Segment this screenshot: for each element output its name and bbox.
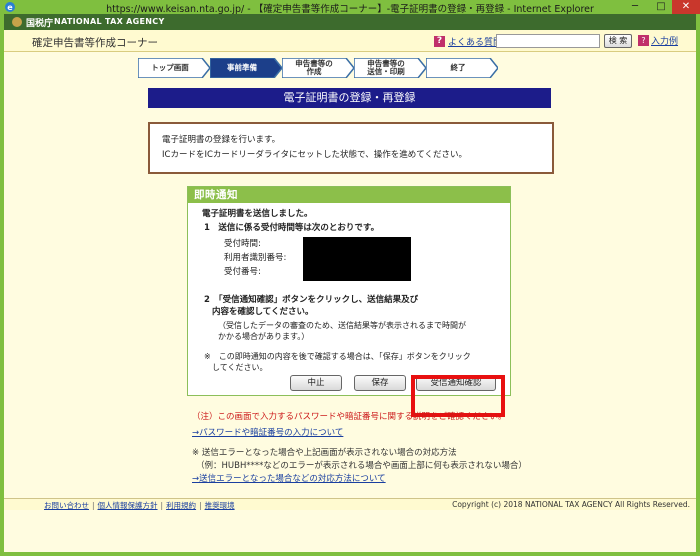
footer-link-terms[interactable]: 利用規約 [166,501,196,510]
item2-line1: 2 「受信通知確認」ボタンをクリックし、送信結果及び [204,295,419,305]
step-label: トップ画面 [151,63,189,72]
page-title: 電子証明書の登録・再登録 [148,88,551,108]
step-label: 申告書等の 作成 [282,58,346,78]
item2-note-line1: （受信したデータの審査のため、送信結果等が表示されるまで時間が [218,321,466,330]
search-input[interactable] [496,34,600,48]
footer-separator: | [199,501,202,510]
item1-text: 1 送信に係る受付時間等は次のとおりです。 [204,223,380,233]
site-header: 確定申告書等作成コーナー ? よくある質問 検 索 ? 入力例 [4,30,696,52]
save-button[interactable]: 保存 [354,375,406,391]
browser-content: 国税庁 NATIONAL TAX AGENCY 確定申告書等作成コーナー ? よ… [4,14,696,552]
step-label: 事前準備 [227,63,257,72]
input-example-link-group[interactable]: ? 入力例 [638,34,678,47]
question-icon: ? [434,35,445,47]
password-info-link[interactable]: →パスワードや暗証番号の入力について [192,426,343,438]
agency-emblem-icon [12,17,22,27]
item2-note-line2: かかる場合があります。） [218,332,310,341]
error-note-line2: （例：HUBH****などのエラーが表示される場合や画面上部に何も表示されない場… [196,461,527,471]
window-title: https://www.keisan.nta.go.jp/ - 【確定申告書等作… [106,4,594,15]
error-note-line1: ※ 送信エラーとなった場合や上記画面が表示されない場合の対応方法 [192,448,457,458]
footer: お問い合わせ | 個人情報保護方針 | 利用規約 | 推奨環境 Copyright (c) … [4,498,696,510]
agency-bar: 国税庁 NATIONAL TAX AGENCY [4,14,696,30]
footer-separator: | [160,501,164,510]
input-example-link[interactable]: 入力例 [651,34,678,47]
step-label: 申告書等の 送信・印刷 [354,58,418,78]
sent-message: 電子証明書を送信しました。 [202,209,313,219]
item2-line2: 内容を確認してください。 [212,307,314,317]
save-note-line1: ※ この即時通知の内容を後で確認する場合は、「保存」ボタンをクリック [204,352,471,361]
copyright: Copyright (c) 2018 NATIONAL TAX AGENCY A… [452,500,690,509]
maximize-button[interactable]: □ [648,0,674,14]
search-button[interactable]: 検 索 [604,34,632,48]
user-id-label: 利用者識別番号: [224,253,287,263]
window-titlebar: e https://www.keisan.nta.go.jp/ - 【確定申告書… [0,0,700,15]
agency-name-en: NATIONAL TAX AGENCY [54,17,165,26]
immediate-notification-panel: 即時通知 電子証明書を送信しました。 1 送信に係る受付時間等は次のとおりです。… [187,186,511,396]
reception-time-label: 受付時間: [224,239,261,249]
notification-body: 電子証明書を送信しました。 1 送信に係る受付時間等は次のとおりです。 受付時間… [188,203,510,395]
step-label: 終了 [450,63,466,72]
footer-link-privacy[interactable]: 個人情報保護方針 [98,501,158,510]
close-button[interactable]: ✕ [672,0,700,14]
notification-heading: 即時通知 [188,187,510,203]
footer-link-environment[interactable]: 推奨環境 [205,501,235,510]
intro-line2: ICカードをICカードリーダライタにセットした状態で、操作を進めてください。 [162,150,467,160]
footer-links: お問い合わせ | 個人情報保護方針 | 利用規約 | 推奨環境 [44,500,235,511]
intro-line1: 電子証明書の登録を行います。 [162,135,281,145]
faq-link-group[interactable]: ? よくある質問 [434,34,502,48]
faq-link[interactable]: よくある質問 [448,35,502,48]
caution-text: （注）この画面で入力するパスワードや暗証番号に関する説明をご確認ください。 [192,412,507,422]
intro-box: 電子証明書の登録を行います。 ICカードをICカードリーダライタにセットした状態… [148,122,554,174]
reception-no-label: 受付番号: [224,267,261,277]
help-icon: ? [638,35,649,46]
footer-separator: | [92,501,95,510]
error-handling-link[interactable]: →送信エラーとなった場合などの対応方法について [192,472,386,484]
stop-button[interactable]: 中止 [290,375,342,391]
agency-name-jp: 国税庁 [26,19,54,29]
redacted-values [303,237,411,281]
step-label-line2: 送信・印刷 [367,67,405,76]
minimize-button[interactable]: ─ [622,0,648,14]
step-label-line2: 作成 [306,67,322,76]
site-title: 確定申告書等作成コーナー [32,37,158,49]
footer-link-contact[interactable]: お問い合わせ [44,501,89,510]
save-note-line2: してください。 [212,363,268,372]
